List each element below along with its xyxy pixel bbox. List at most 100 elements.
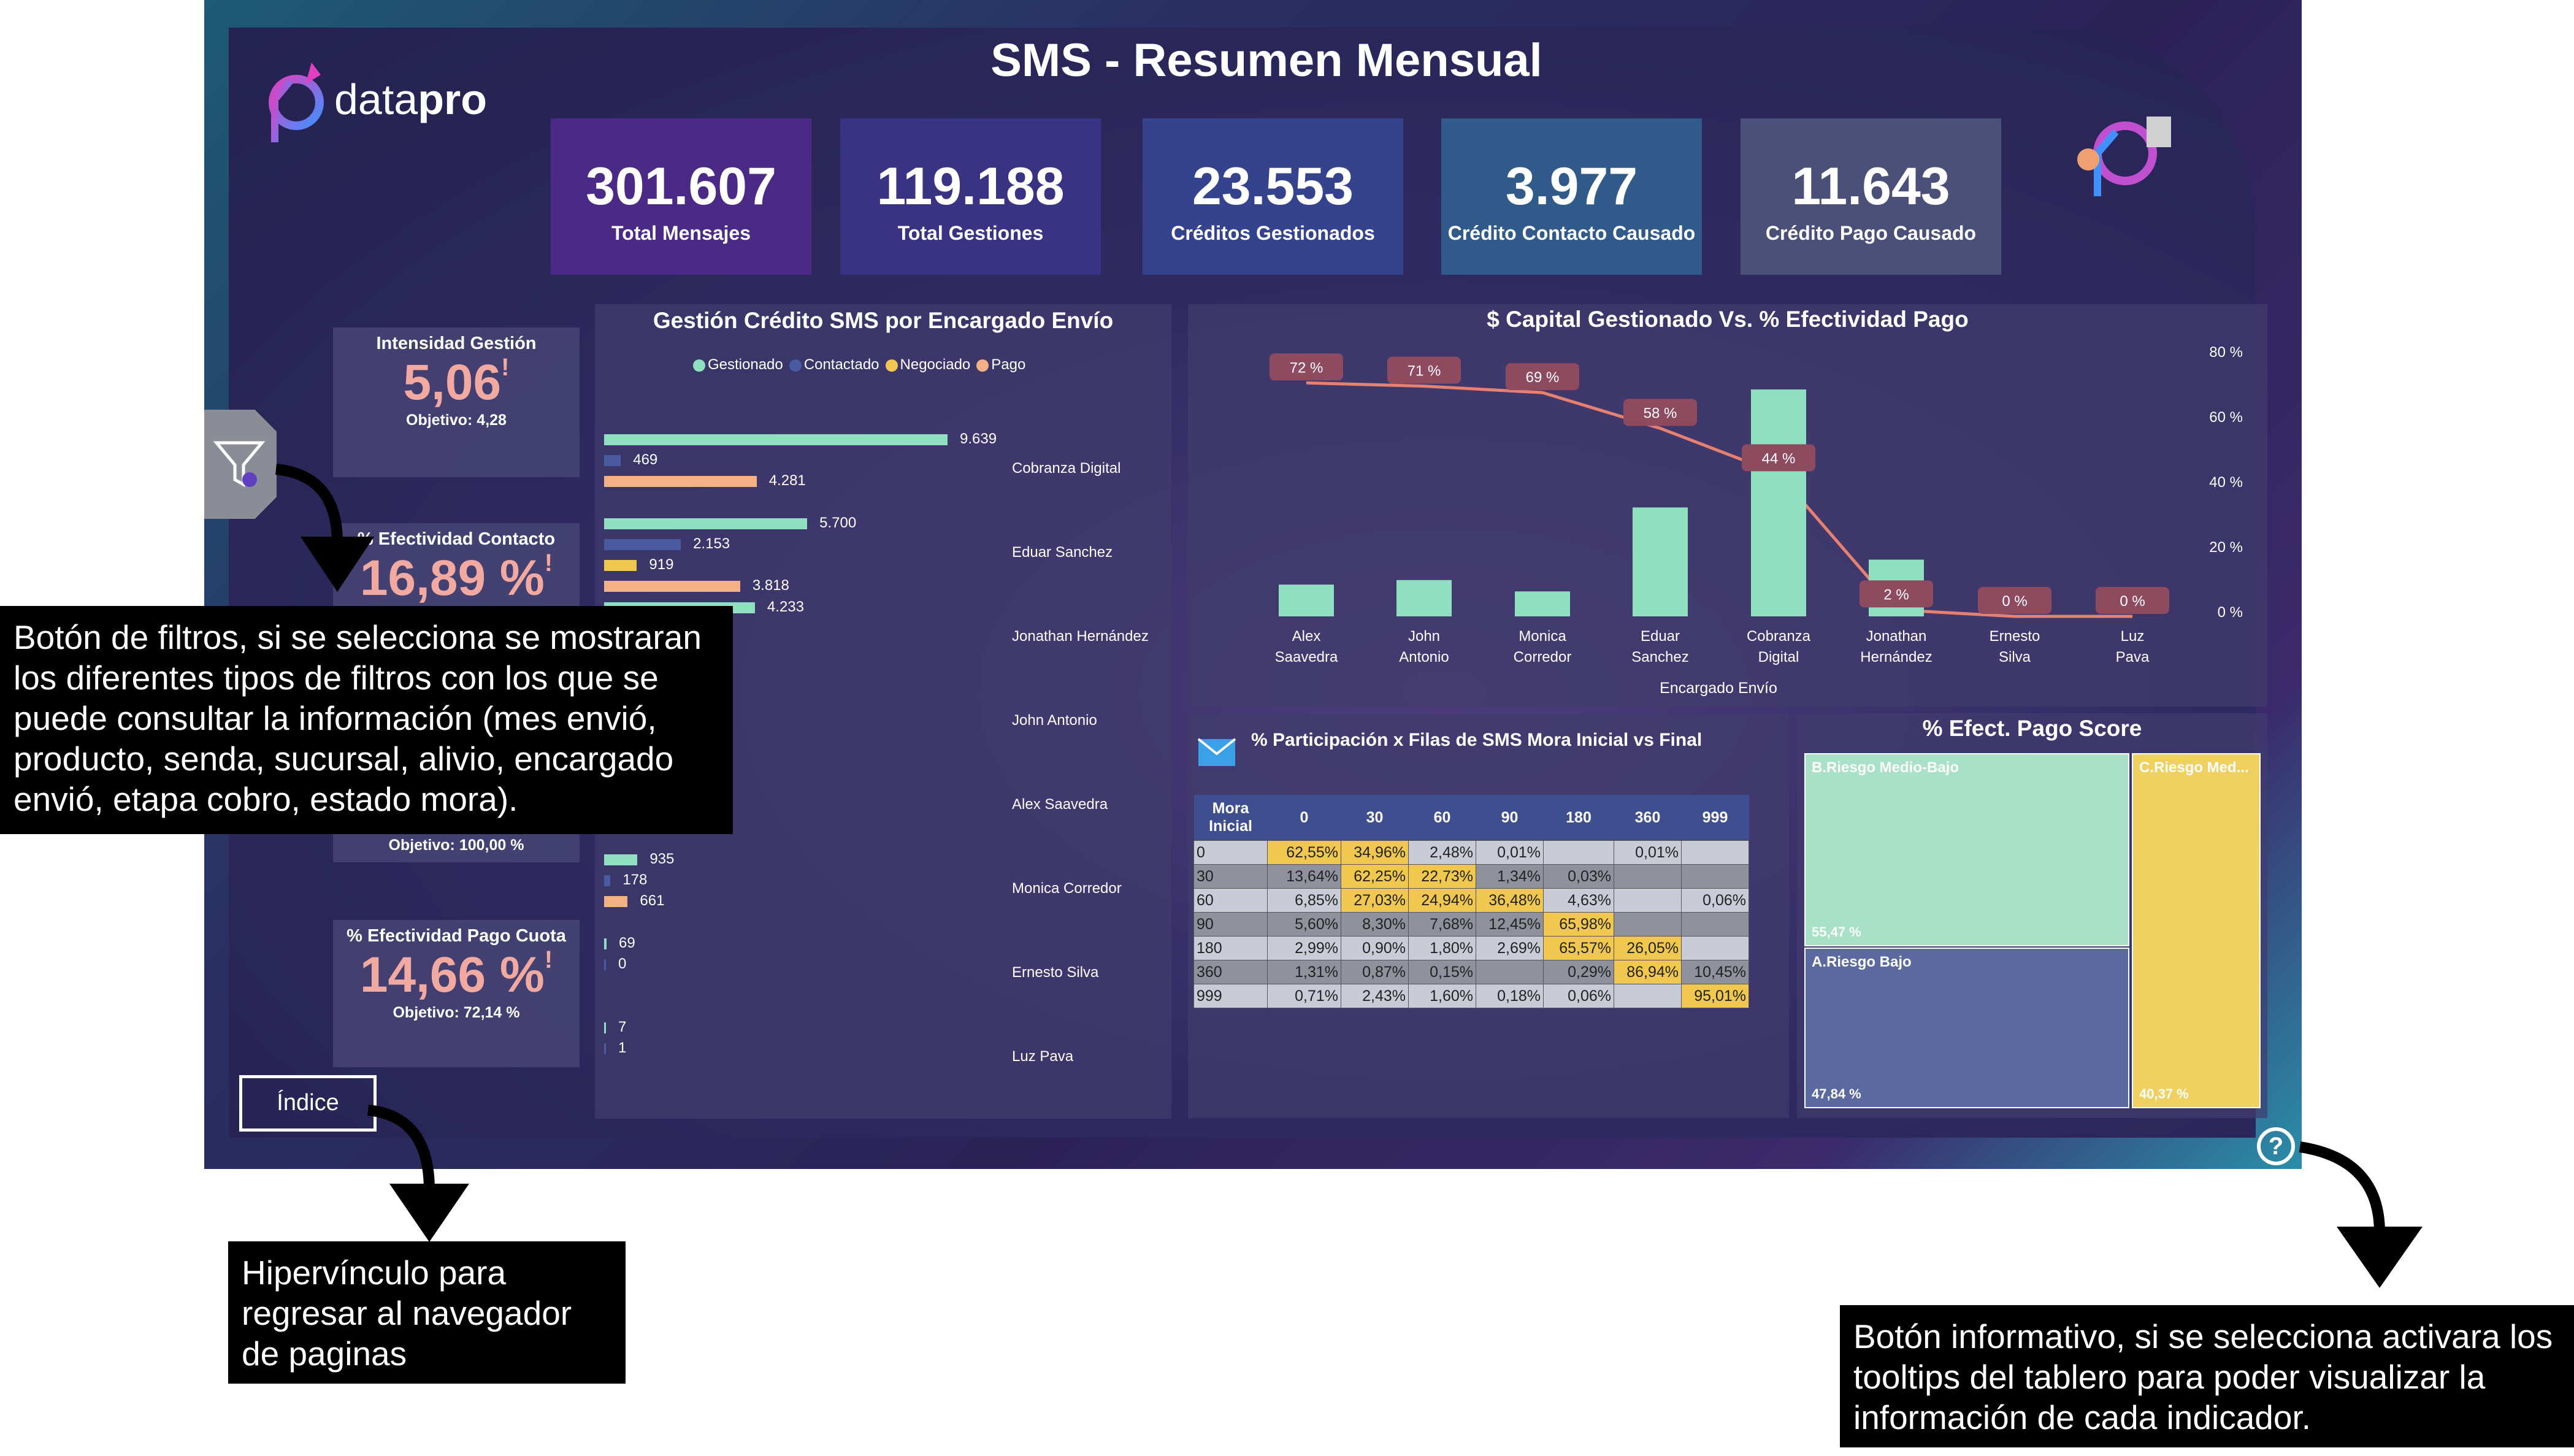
y2-tick-label: 20 % <box>2209 539 2243 556</box>
kpi-label: Crédito Contacto Causado <box>1447 222 1696 244</box>
table-row: 360 1,31% 0,87% 0,15% 0,29% 86,94% 10,45% <box>1193 960 1749 984</box>
bar-value-label: 4.233 <box>767 599 804 615</box>
table-cell <box>1614 912 1682 937</box>
filters-callout: Botón de filtros, si se selecciona se mo… <box>0 606 733 834</box>
bar-contactado <box>604 1043 606 1054</box>
card-objective: Objetivo: 4,28 <box>406 412 507 429</box>
panel-title: Gestión Crédito SMS por Encargado Envío <box>653 308 1114 333</box>
encargado-label: Ernesto Silva <box>1012 964 1099 981</box>
table-cell: 0,03% <box>1543 864 1614 889</box>
capital-bar <box>1279 584 1334 616</box>
table-cell: 0,87% <box>1341 960 1409 984</box>
treemap-block: B.Riesgo Medio-Bajo 55,47 % <box>1804 753 2129 946</box>
kpi-label: Total Mensajes <box>611 222 751 244</box>
category-label: Corredor <box>1514 649 1572 665</box>
card-title: % Efectividad Pago Cuota <box>347 926 566 946</box>
mora-table: Mora Inicial 0 30 60 90 180 360 999 0 62,55% 34,96… <box>1193 795 1749 1008</box>
y2-tick-label: 80 % <box>2209 344 2243 361</box>
line-value-label: 0 % <box>2120 593 2145 610</box>
encargado-label: Alex Saavedra <box>1012 796 1108 813</box>
category-label: Sanchez <box>1631 649 1688 665</box>
card-value: 5,06! <box>403 354 510 410</box>
encargado-label: John Antonio <box>1012 712 1097 729</box>
table-cell <box>1681 936 1749 960</box>
card-title: Intensidad Gestión <box>376 334 537 353</box>
table-cell: 6,85% <box>1267 888 1341 913</box>
line-value-label: 72 % <box>1290 359 1323 376</box>
table-cell <box>1681 912 1749 937</box>
treemap-block: C.Riesgo Med... 40,37 % <box>2132 753 2261 1108</box>
table-cell: 26,05% <box>1614 936 1682 960</box>
bar-value-label: 178 <box>622 872 648 888</box>
bar-value-label: 469 <box>633 451 658 468</box>
intensidad-gestion-card: Intensidad Gestión 5,06! Objetivo: 4,28 <box>333 328 580 477</box>
table-cell: 62,55% <box>1267 840 1341 865</box>
card-objective: Objetivo: 72,14 % <box>393 1004 520 1021</box>
bar-pago <box>604 476 757 487</box>
table-cell: 0,01% <box>1476 840 1544 865</box>
line-value-label: 71 % <box>1408 363 1441 380</box>
filter-icon <box>213 441 266 488</box>
kpi-label: Crédito Pago Causado <box>1765 222 1977 244</box>
index-callout: Hipervínculo para regresar al navegador … <box>228 1241 626 1384</box>
table-row: 30 13,64% 62,25% 22,73% 1,34% 0,03% <box>1193 864 1749 889</box>
bar-value-label: 919 <box>649 556 674 573</box>
table-cell: 62,25% <box>1341 864 1409 889</box>
category-label: Pava <box>2116 649 2150 665</box>
table-cell <box>1681 840 1749 865</box>
table-cell: 12,45% <box>1476 912 1544 937</box>
encargado-label: Jonathan Hernández <box>1012 628 1149 645</box>
table-cell: 1,60% <box>1408 984 1476 1008</box>
help-button[interactable]: ? <box>2257 1127 2295 1165</box>
table-row: 0 62,55% 34,96% 2,48% 0,01% 0,01% <box>1193 840 1749 865</box>
table-cell <box>1543 840 1614 865</box>
legend-dot <box>693 359 705 372</box>
filter-button[interactable] <box>204 410 277 519</box>
bar-value-label: 69 <box>619 935 635 951</box>
table-cell: 0,15% <box>1408 960 1476 984</box>
table-header-cell: 999 <box>1681 795 1749 841</box>
bar-value-label: 661 <box>640 892 665 909</box>
table-cell: 360 <box>1193 960 1268 984</box>
encargado-label: Cobranza Digital <box>1012 460 1121 477</box>
legend-label: Negociado <box>900 356 971 373</box>
capital-efectividad-chart: 72 % Alex Saavedra 71 % John Antonio 69 % Monic… <box>1270 344 2243 697</box>
treemap-value: 47,84 % <box>1812 1086 1861 1102</box>
bar-contactado <box>604 539 681 550</box>
treemap-value: 55,47 % <box>1812 924 1861 940</box>
table-cell: 30 <box>1193 864 1268 889</box>
card-objective: Objetivo: 100,00 % <box>388 837 524 854</box>
kpi-card: 119.188 Total Gestiones <box>840 118 1101 275</box>
table-cell: 86,94% <box>1614 960 1682 984</box>
table-cell: 0,29% <box>1543 960 1614 984</box>
y2-tick-label: 60 % <box>2209 409 2243 426</box>
category-label: Hernández <box>1860 649 1932 665</box>
table-cell: 4,63% <box>1543 888 1614 913</box>
kpi-label: Créditos Gestionados <box>1171 222 1375 244</box>
encargado-label: Luz Pava <box>1012 1048 1074 1065</box>
table-header-cell: 30 <box>1341 795 1409 841</box>
legend-dot <box>789 359 802 372</box>
table-header-cell: 0 <box>1267 795 1341 841</box>
kpi-value: 119.188 <box>876 157 1065 216</box>
datapro-logo-icon <box>269 63 324 142</box>
mora-table-title: % Participación x Filas de SMS Mora Inic… <box>1251 730 1703 750</box>
indice-link[interactable]: Índice <box>239 1075 377 1132</box>
table-cell: 24,94% <box>1408 888 1476 913</box>
y2-tick-label: 40 % <box>2209 474 2243 491</box>
table-row: 90 5,60% 8,30% 7,68% 12,45% 65,98% <box>1193 912 1749 937</box>
treemap-label: A.Riesgo Bajo <box>1812 954 1912 970</box>
category-label: Saavedra <box>1275 649 1338 665</box>
bar-negociado <box>604 560 637 571</box>
category-label: Luz <box>2121 628 2145 645</box>
table-cell: 0 <box>1193 840 1268 865</box>
table-cell: 0,06% <box>1543 984 1614 1008</box>
table-cell: 0,90% <box>1341 936 1409 960</box>
bar-value-label: 0 <box>618 956 627 972</box>
table-cell: 95,01% <box>1681 984 1749 1008</box>
line-value-label: 69 % <box>1526 369 1560 386</box>
category-label: Monica <box>1519 628 1566 645</box>
gestion-legend: Gestionado Contactado Negociado Pago <box>687 356 1025 374</box>
table-cell: 0,01% <box>1614 840 1682 865</box>
line-value-label: 44 % <box>1762 450 1796 467</box>
